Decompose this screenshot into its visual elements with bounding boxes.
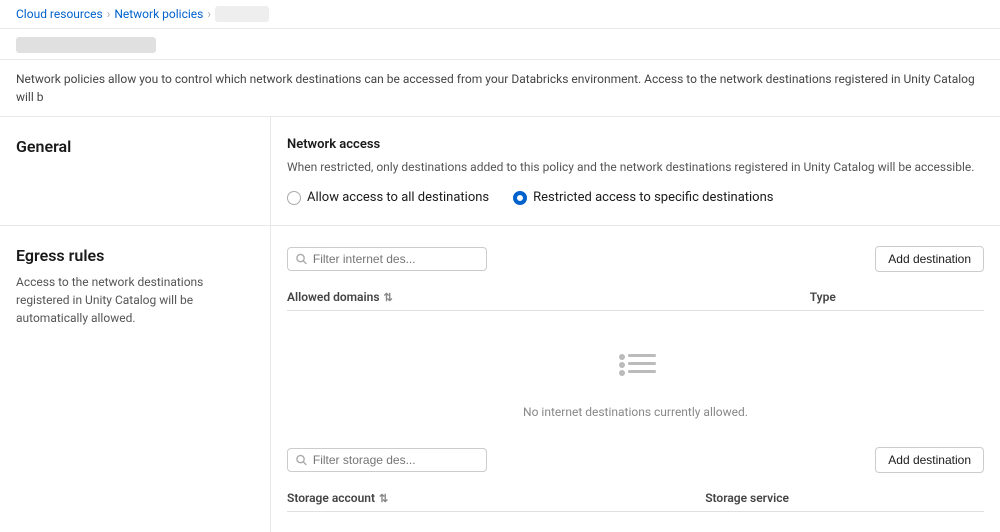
radio-all-label: Allow access to all destinations	[307, 190, 489, 205]
empty-icon	[612, 341, 660, 393]
radio-circle-all	[287, 191, 301, 205]
empty-state-internet: No internet destinations currently allow…	[287, 311, 984, 439]
breadcrumb-sep2: ›	[207, 7, 211, 21]
egress-right: Add destination Allowed domains ⇅ Type	[270, 226, 1000, 532]
internet-filter-wrap[interactable]	[287, 247, 487, 271]
general-section: General Network access When restricted, …	[0, 117, 1000, 225]
egress-title: Egress rules	[16, 246, 254, 265]
add-internet-destination-button[interactable]: Add destination	[875, 246, 984, 272]
radio-circle-restricted	[513, 191, 527, 205]
empty-text-internet: No internet destinations currently allow…	[523, 405, 748, 419]
network-access-title: Network access	[287, 137, 984, 152]
storage-sort-icon[interactable]: ⇅	[379, 492, 388, 505]
internet-toolbar: Add destination	[287, 246, 984, 272]
info-banner: Network policies allow you to control wh…	[0, 60, 1000, 117]
internet-filter-input[interactable]	[313, 252, 478, 266]
breadcrumb-middle[interactable]: Network policies	[114, 7, 203, 21]
general-right: Network access When restricted, only des…	[270, 117, 1000, 225]
egress-desc: Access to the network destinations regis…	[16, 273, 254, 327]
storage-filter-wrap[interactable]	[287, 448, 487, 472]
network-access-desc: When restricted, only destinations added…	[287, 158, 984, 176]
col-storage-account: Storage account ⇅	[287, 491, 705, 505]
add-storage-destination-button[interactable]: Add destination	[875, 447, 984, 473]
search-icon	[296, 253, 307, 265]
col-type: Type	[810, 290, 984, 304]
breadcrumb-current	[215, 6, 269, 22]
storage-table-header: Storage account ⇅ Storage service	[287, 485, 984, 512]
radio-restricted[interactable]: Restricted access to specific destinatio…	[513, 190, 773, 205]
col-allowed-domains: Allowed domains ⇅	[287, 290, 810, 304]
internet-table-header: Allowed domains ⇅ Type	[287, 284, 984, 311]
general-left: General	[0, 117, 270, 225]
breadcrumb-root[interactable]: Cloud resources	[16, 7, 103, 21]
radio-allow-all[interactable]: Allow access to all destinations	[287, 190, 489, 205]
storage-filter-input[interactable]	[313, 453, 478, 467]
storage-search-icon	[296, 454, 307, 466]
radio-group: Allow access to all destinations Restric…	[287, 190, 984, 205]
policy-name-bar	[0, 29, 1000, 60]
policy-name-placeholder	[16, 37, 156, 53]
general-title: General	[16, 137, 254, 156]
storage-account-label: Storage account	[287, 491, 375, 505]
breadcrumb-sep1: ›	[107, 7, 111, 21]
storage-toolbar: Add destination	[287, 447, 984, 473]
radio-restricted-label: Restricted access to specific destinatio…	[533, 190, 773, 205]
sort-icon[interactable]: ⇅	[384, 291, 393, 304]
allowed-domains-label: Allowed domains	[287, 290, 380, 304]
breadcrumb: Cloud resources › Network policies ›	[0, 0, 1000, 29]
egress-section: Egress rules Access to the network desti…	[0, 226, 1000, 532]
egress-left: Egress rules Access to the network desti…	[0, 226, 270, 532]
col-storage-service: Storage service	[705, 491, 984, 505]
